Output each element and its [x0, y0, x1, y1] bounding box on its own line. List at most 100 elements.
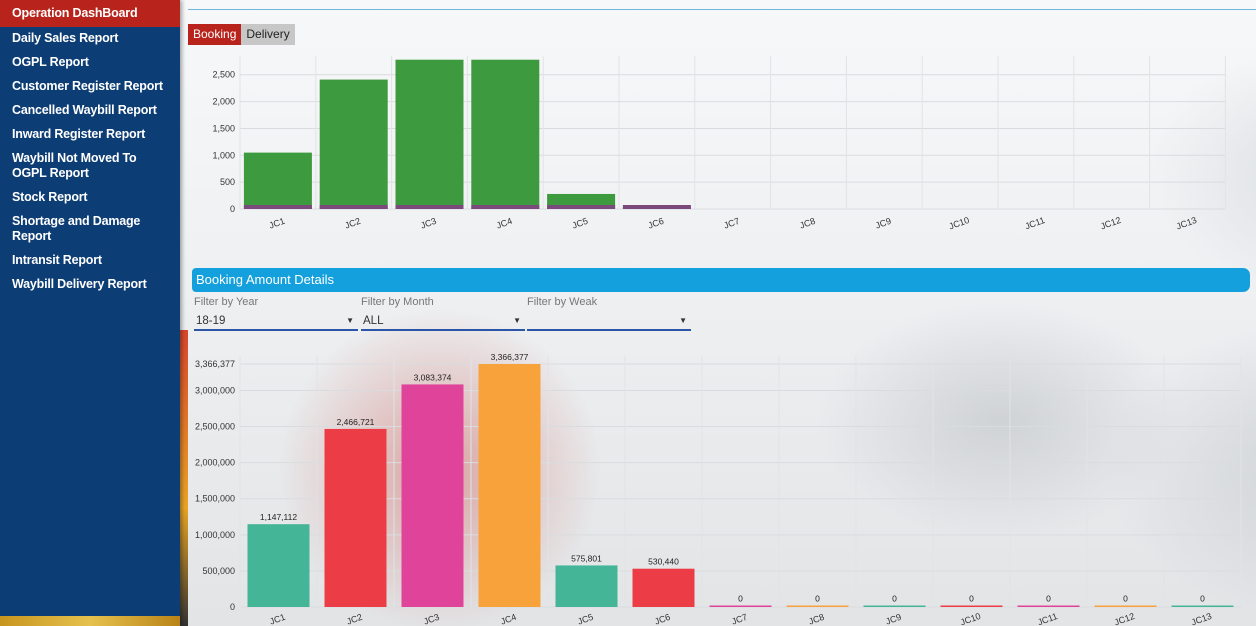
- sidebar-item-waybill-not-moved-to-ogpl-report[interactable]: Waybill Not Moved To OGPL Report: [0, 147, 180, 186]
- x-tick-label: JC9: [874, 216, 892, 231]
- booking-amount-chart: 0 500,000 1,000,000 1,500,000 2,000,000 2,500…: [195, 352, 1242, 626]
- data-label: 3,366,377: [491, 352, 529, 362]
- x-tick-label: JC6: [647, 216, 665, 231]
- y-tick-label: 500,000: [202, 566, 235, 576]
- y-tick-label: 2,500: [212, 70, 235, 80]
- bar-base-segment: [395, 205, 464, 209]
- data-label: 0: [1046, 594, 1051, 604]
- sidebar-bottom-strip: [0, 616, 180, 626]
- sidebar-item-operation-dashboard[interactable]: Operation DashBoard: [0, 0, 180, 27]
- chart-tabs: Booking Delivery: [188, 24, 295, 45]
- bar: [863, 605, 926, 607]
- x-tick-label: JC1: [268, 216, 286, 231]
- dropdown-arrow-icon: ▼: [679, 316, 687, 325]
- dropdown-arrow-icon: ▼: [346, 316, 354, 325]
- x-tick-label: JC7: [722, 216, 740, 231]
- filter-year-select[interactable]: 18-19 ▼: [194, 313, 358, 331]
- bar: [478, 364, 541, 607]
- bar-base-segment: [319, 205, 388, 209]
- x-tick-label: JC10: [947, 215, 970, 232]
- x-tick-label: JC9: [884, 612, 902, 626]
- filter-month-select[interactable]: ALL ▼: [361, 313, 525, 331]
- bar-base-segment: [471, 205, 540, 209]
- bar: [555, 565, 618, 607]
- booking-amount-header: Booking Amount Details: [192, 268, 1250, 292]
- sidebar-item-daily-sales-report[interactable]: Daily Sales Report: [0, 27, 180, 51]
- x-tick-label: JC11: [1024, 215, 1047, 231]
- y-tick-label: 3,000,000: [195, 385, 235, 395]
- x-tick-label: JC10: [959, 611, 982, 626]
- filter-year-value: 18-19: [196, 315, 226, 327]
- y-tick-label: 500: [220, 177, 235, 187]
- y-tick-label: 0: [230, 602, 235, 612]
- x-tick-label: JC8: [798, 216, 816, 231]
- x-tick-label: JC4: [495, 216, 513, 231]
- y-tick-label: 1,000: [212, 150, 235, 160]
- x-tick-label: JC5: [576, 612, 594, 626]
- sidebar-menu: Operation DashBoard Daily Sales Report OGP…: [0, 0, 180, 297]
- sidebar-item-stock-report[interactable]: Stock Report: [0, 186, 180, 210]
- data-label: 530,440: [648, 557, 679, 567]
- y-tick-label: 0: [230, 204, 235, 214]
- bar: [1017, 605, 1080, 607]
- sidebar-item-intransit-report[interactable]: Intransit Report: [0, 249, 180, 273]
- booking-count-chart: 0 500 1,000 1,500 2,000 2,500 JC1 JC2 JC3 JC4 JC5 J…: [212, 56, 1226, 232]
- x-tick-label: JC1: [268, 612, 286, 626]
- bar: [471, 59, 540, 209]
- sidebar-item-waybill-delivery-report[interactable]: Waybill Delivery Report: [0, 273, 180, 297]
- y-tick-label: 1,000,000: [195, 530, 235, 540]
- bar-base-segment: [547, 205, 616, 209]
- data-label: 3,083,374: [414, 372, 452, 382]
- sidebar-item-shortage-and-damage-report[interactable]: Shortage and Damage Report: [0, 210, 180, 249]
- x-tick-label: JC5: [571, 216, 589, 231]
- y-tick-label: 2,500,000: [195, 422, 235, 432]
- tab-booking[interactable]: Booking: [188, 24, 242, 45]
- data-label: 0: [1123, 594, 1128, 604]
- filter-year-label: Filter by Year: [194, 296, 259, 308]
- y-tick-label: 1,500,000: [195, 494, 235, 504]
- data-label: 0: [969, 594, 974, 604]
- x-tick-label: JC12: [1099, 215, 1122, 232]
- bar-base-segment: [243, 205, 312, 209]
- sidebar-item-cancelled-waybill-report[interactable]: Cancelled Waybill Report: [0, 99, 180, 123]
- bar: [243, 152, 312, 209]
- x-tick-label: JC6: [653, 612, 671, 626]
- tab-delivery[interactable]: Delivery: [241, 24, 295, 45]
- bar: [401, 384, 464, 607]
- x-tick-label: JC2: [343, 216, 361, 231]
- filter-week-select[interactable]: ▼: [527, 313, 691, 331]
- data-label: 0: [815, 594, 820, 604]
- filter-month-value: ALL: [363, 315, 384, 327]
- data-label: 0: [1200, 594, 1205, 604]
- bar: [395, 59, 464, 209]
- data-label: 0: [892, 594, 897, 604]
- bar: [940, 605, 1003, 607]
- data-label: 0: [738, 594, 743, 604]
- x-tick-label: JC4: [499, 612, 517, 626]
- bar: [1171, 605, 1234, 607]
- filter-week: Filter by Weak ▼: [527, 296, 691, 331]
- x-tick-label: JC13: [1190, 611, 1213, 626]
- y-tick-label: 1,500: [212, 123, 235, 133]
- bar: [786, 605, 849, 607]
- filter-week-label: Filter by Weak: [527, 296, 598, 308]
- x-tick-label: JC8: [807, 612, 825, 626]
- x-tick-label: JC12: [1113, 611, 1136, 626]
- filter-year: Filter by Year 18-19 ▼: [194, 296, 358, 331]
- filter-month: Filter by Month ALL ▼: [361, 296, 525, 331]
- x-tick-label: JC3: [422, 612, 440, 626]
- data-label: 575,801: [571, 553, 602, 563]
- sidebar-item-customer-register-report[interactable]: Customer Register Report: [0, 75, 180, 99]
- x-tick-label: JC11: [1036, 611, 1059, 626]
- data-label: 2,466,721: [337, 417, 375, 427]
- y-tick-label: 2,000,000: [195, 458, 235, 468]
- sidebar-item-ogpl-report[interactable]: OGPL Report: [0, 51, 180, 75]
- bar: [324, 428, 387, 607]
- sidebar: Operation DashBoard Daily Sales Report OGP…: [0, 0, 180, 626]
- x-tick-label: JC2: [345, 612, 363, 626]
- bar: [632, 568, 695, 607]
- sidebar-item-inward-register-report[interactable]: Inward Register Report: [0, 123, 180, 147]
- bar: [1094, 605, 1157, 607]
- x-tick-label: JC7: [730, 612, 748, 626]
- x-tick-label: JC3: [419, 216, 437, 231]
